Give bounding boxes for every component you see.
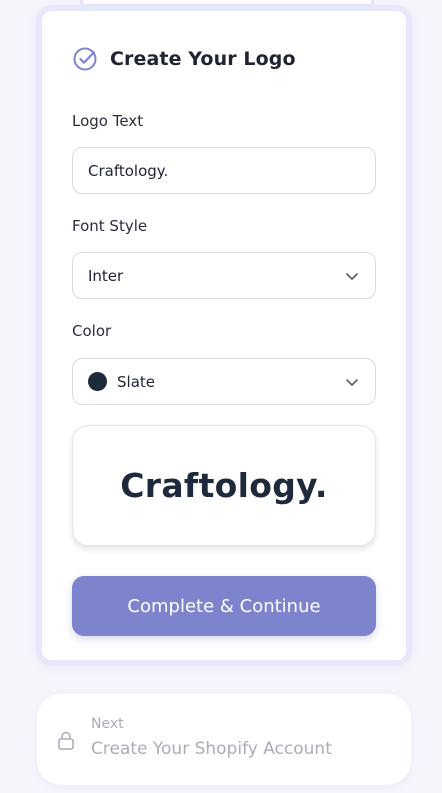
card-header: Create Your Logo <box>72 46 296 72</box>
complete-continue-button[interactable]: Complete & Continue <box>72 576 376 636</box>
color-select[interactable]: Slate <box>72 358 376 405</box>
card-title: Create Your Logo <box>110 48 296 70</box>
font-style-value: Inter <box>88 266 124 285</box>
lock-icon <box>58 731 74 750</box>
font-style-label: Font Style <box>72 217 148 235</box>
next-step-eyebrow: Next <box>91 716 124 732</box>
logo-preview: Craftology. <box>72 425 376 546</box>
logo-preview-text: Craftology. <box>120 466 328 505</box>
check-circle-icon <box>73 47 97 71</box>
logo-text-input[interactable]: Craftology. <box>72 147 376 194</box>
color-swatch <box>88 372 107 391</box>
color-value: Slate <box>117 372 155 391</box>
next-step-title: Create Your Shopify Account <box>91 739 332 759</box>
next-step-card: Next Create Your Shopify Account <box>37 694 411 785</box>
create-logo-card: Create Your Logo Logo Text Craftology. F… <box>36 5 412 666</box>
logo-text-label: Logo Text <box>72 112 144 130</box>
font-style-select[interactable]: Inter <box>72 252 376 299</box>
logo-text-value: Craftology. <box>88 161 169 180</box>
color-label: Color <box>72 322 112 340</box>
chevron-down-icon <box>346 379 358 386</box>
chevron-down-icon <box>346 273 358 280</box>
